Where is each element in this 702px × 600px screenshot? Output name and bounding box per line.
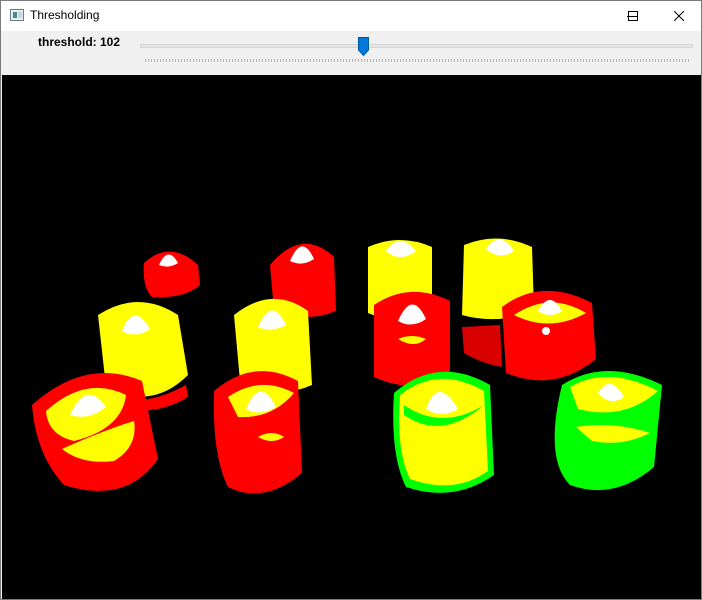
trackbar-track[interactable] (140, 44, 693, 48)
candle-10 (213, 371, 302, 494)
threshold-image (2, 75, 701, 599)
trackbar-panel: threshold: 102 (1, 31, 701, 75)
close-icon (674, 11, 684, 21)
candle-11 (393, 371, 494, 493)
window-title: Thresholding (30, 8, 100, 22)
trackbar-thumb[interactable] (357, 37, 369, 56)
close-button[interactable] (656, 1, 701, 31)
candle-12 (554, 371, 662, 491)
maximize-icon (628, 11, 638, 21)
trackbar-label: threshold: 102 (38, 35, 121, 49)
trackbar-ticks (145, 59, 690, 62)
app-window: Thresholding threshold: 102 (0, 0, 702, 600)
candle-7 (374, 291, 450, 386)
threshold-image-content (2, 75, 701, 599)
maximize-button-real[interactable] (610, 1, 656, 31)
app-icon (10, 9, 24, 21)
title-bar[interactable]: Thresholding (1, 1, 701, 31)
